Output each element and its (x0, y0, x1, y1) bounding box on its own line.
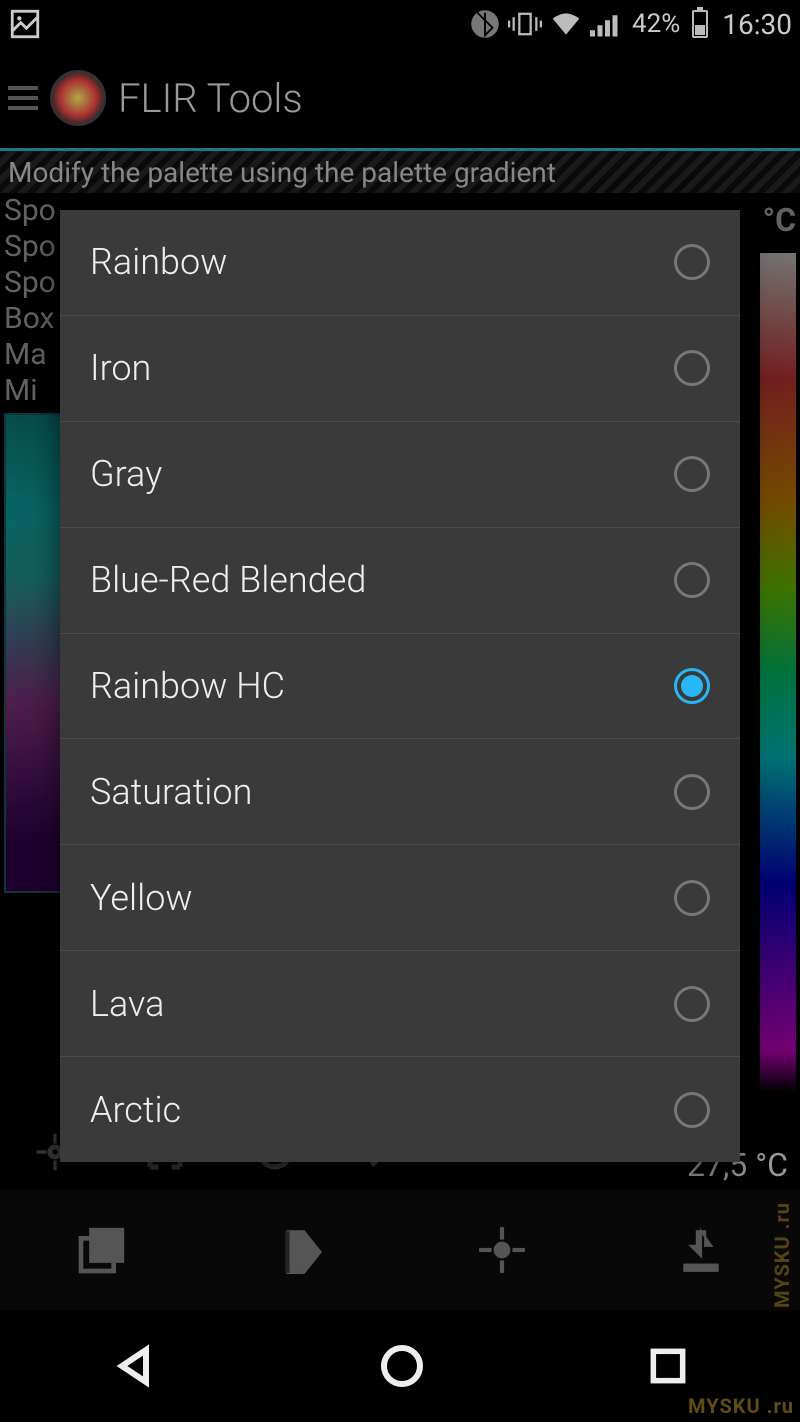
wifi-icon (550, 10, 582, 38)
palette-option-gray[interactable]: Gray (60, 422, 740, 528)
palette-option-label: Rainbow HC (90, 665, 285, 707)
app-logo (50, 70, 106, 126)
measurement-row: Spo (4, 229, 60, 265)
radio-icon[interactable] (674, 562, 710, 598)
palette-option-arctic[interactable]: Arctic (60, 1057, 740, 1162)
bottom-toolbar (0, 1190, 800, 1310)
radio-icon[interactable] (674, 1092, 710, 1128)
palette-option-label: Blue-Red Blended (90, 559, 366, 601)
signal-icon (590, 10, 620, 38)
palette-option-iron[interactable]: Iron (60, 316, 740, 422)
picture-icon (8, 7, 42, 41)
radio-icon[interactable] (674, 244, 710, 280)
hint-text: Modify the palette using the palette gra… (8, 156, 556, 189)
radio-icon[interactable] (674, 350, 710, 386)
palette-option-rainbow-hc[interactable]: Rainbow HC (60, 634, 740, 740)
battery-icon (692, 10, 708, 38)
radio-icon[interactable] (674, 774, 710, 810)
measurement-row: Spo (4, 265, 60, 301)
clock: 16:30 (722, 8, 792, 41)
palette-option-label: Saturation (90, 771, 252, 813)
palette-option-yellow[interactable]: Yellow (60, 845, 740, 951)
palette-gradient[interactable] (760, 253, 796, 1093)
palette-option-label: Rainbow (90, 241, 227, 283)
battery-percent: 42% (632, 9, 680, 39)
palette-option-blue-red-blended[interactable]: Blue-Red Blended (60, 528, 740, 634)
palette-icon[interactable] (279, 1222, 329, 1278)
hamburger-icon[interactable] (8, 86, 38, 110)
radio-icon[interactable] (674, 986, 710, 1022)
stack-icon[interactable] (74, 1222, 130, 1278)
palette-option-label: Lava (90, 983, 164, 1025)
palette-option-rainbow[interactable]: Rainbow (60, 210, 740, 316)
radio-icon[interactable] (674, 456, 710, 492)
bluetooth-icon (470, 9, 500, 39)
palette-option-label: Arctic (90, 1089, 181, 1131)
watermark: MYSKU .ru (688, 1394, 794, 1418)
radio-icon[interactable] (674, 668, 710, 704)
palette-dialog: Rainbow Iron Gray Blue-Red Blended Rainbow H… (60, 210, 740, 1162)
home-button[interactable] (378, 1342, 426, 1390)
unit-label: °C (763, 201, 796, 239)
measurement-row: Mi (4, 373, 60, 409)
target-icon[interactable] (477, 1225, 527, 1275)
recent-button[interactable] (646, 1344, 690, 1388)
measurement-row: Spo (4, 193, 60, 229)
palette-option-label: Iron (90, 347, 151, 389)
measurement-row: Box (4, 301, 60, 337)
watermark-side: MYSKU .ru (770, 1202, 794, 1308)
download-icon[interactable] (676, 1225, 726, 1275)
palette-option-label: Gray (90, 453, 162, 495)
app-bar: FLIR Tools (0, 48, 800, 148)
measurement-row: Ma (4, 337, 60, 373)
palette-option-label: Yellow (90, 877, 193, 919)
radio-icon[interactable] (674, 880, 710, 916)
hint-bar: Modify the palette using the palette gra… (0, 151, 800, 193)
palette-option-saturation[interactable]: Saturation (60, 739, 740, 845)
back-button[interactable] (110, 1342, 158, 1390)
nav-bar (0, 1310, 800, 1422)
status-bar: 42% 16:30 (0, 0, 800, 48)
palette-option-lava[interactable]: Lava (60, 951, 740, 1057)
app-title: FLIR Tools (118, 75, 303, 122)
vibrate-icon (508, 9, 542, 39)
